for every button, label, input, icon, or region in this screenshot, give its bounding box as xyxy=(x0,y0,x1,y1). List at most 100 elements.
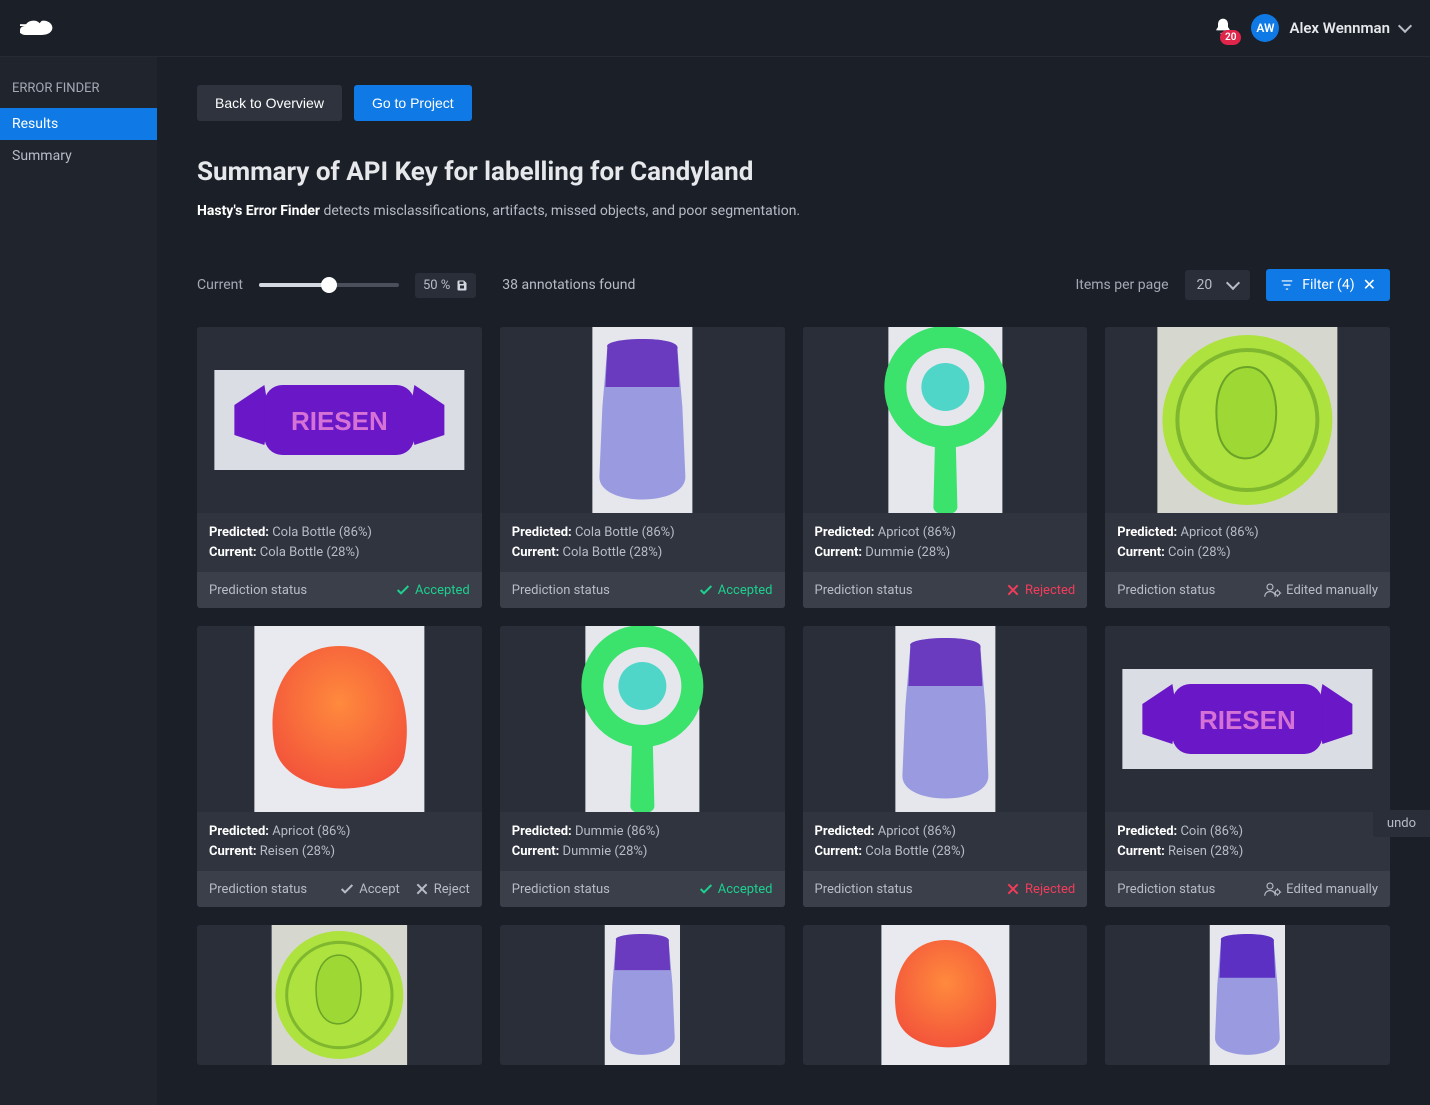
result-card[interactable]: Predicted: Cola Bottle (86%) Current: Co… xyxy=(197,327,482,608)
status-accepted: Accepted xyxy=(698,582,773,598)
undo-button[interactable]: undo xyxy=(1373,810,1430,837)
current-label: Current: xyxy=(512,545,560,560)
predicted-value: Cola Bottle (86%) xyxy=(575,525,675,540)
sidebar-section-title: ERROR FINDER xyxy=(0,75,157,108)
sidebar-item-results[interactable]: Results xyxy=(0,108,157,140)
predicted-label: Predicted: xyxy=(209,525,269,540)
result-card[interactable]: Predicted: Apricot (86%) Current: Coin (… xyxy=(1105,327,1390,608)
current-label: Current: xyxy=(209,545,257,560)
prediction-status-label: Prediction status xyxy=(512,882,610,897)
current-value: Cola Bottle (28%) xyxy=(865,844,965,859)
accept-button[interactable]: Accept xyxy=(339,881,400,897)
predicted-value: Apricot (86%) xyxy=(272,824,350,839)
predicted-label: Predicted: xyxy=(209,824,269,839)
status-edited-manually: Edited manually xyxy=(1264,582,1378,598)
result-thumbnail xyxy=(500,925,785,1065)
predicted-value: Apricot (86%) xyxy=(1180,525,1258,540)
result-thumbnail xyxy=(1105,327,1390,513)
result-card[interactable]: Predicted: Apricot (86%) Current: Dummie… xyxy=(803,327,1088,608)
predicted-label: Predicted: xyxy=(1117,525,1177,540)
result-card[interactable]: Predicted: Dummie (86%) Current: Dummie … xyxy=(500,626,785,907)
current-value: Dummie (28%) xyxy=(865,545,950,560)
prediction-status-label: Prediction status xyxy=(512,583,610,598)
user-name: Alex Wennman xyxy=(1289,19,1390,37)
threshold-value-box: 50 % xyxy=(415,273,476,298)
result-card[interactable] xyxy=(1105,925,1390,1065)
sidebar: ERROR FINDER Results Summary xyxy=(0,57,157,1105)
current-value: Dummie (28%) xyxy=(563,844,648,859)
results-grid: Predicted: Cola Bottle (86%) Current: Co… xyxy=(197,327,1390,907)
prediction-status-label: Prediction status xyxy=(815,882,913,897)
result-card[interactable]: Predicted: Apricot (86%) Current: Reisen… xyxy=(197,626,482,907)
notifications-button[interactable]: 20 xyxy=(1213,17,1233,39)
result-thumbnail xyxy=(803,327,1088,513)
current-value: Reisen (28%) xyxy=(260,844,335,859)
result-thumbnail xyxy=(197,327,482,513)
user-menu[interactable]: AW Alex Wennman xyxy=(1251,14,1410,42)
predicted-value: Dummie (86%) xyxy=(575,824,660,839)
current-label: Current: xyxy=(1117,844,1165,859)
status-rejected: Rejected xyxy=(1005,582,1075,598)
clear-filter-icon[interactable]: ✕ xyxy=(1363,277,1376,293)
threshold-value: 50 % xyxy=(423,278,450,293)
predicted-value: Cola Bottle (86%) xyxy=(272,525,372,540)
page-title: Summary of API Key for labelling for Can… xyxy=(197,157,1390,187)
current-label: Current: xyxy=(815,844,863,859)
go-to-project-button[interactable]: Go to Project xyxy=(354,85,472,121)
predicted-value: Apricot (86%) xyxy=(878,824,956,839)
predicted-label: Predicted: xyxy=(1117,824,1177,839)
current-threshold-label: Current xyxy=(197,277,243,293)
result-thumbnail xyxy=(1105,626,1390,812)
results-controls: Current 50 % 38 annotations found Items … xyxy=(197,269,1390,301)
result-thumbnail xyxy=(1105,925,1390,1065)
sidebar-item-summary[interactable]: Summary xyxy=(0,140,157,172)
items-per-page-select[interactable]: 20 xyxy=(1185,270,1251,300)
result-thumbnail xyxy=(197,925,482,1065)
predicted-label: Predicted: xyxy=(815,824,875,839)
result-thumbnail xyxy=(500,327,785,513)
items-per-page-label: Items per page xyxy=(1075,277,1168,293)
back-to-overview-button[interactable]: Back to Overview xyxy=(197,85,342,121)
result-card[interactable] xyxy=(197,925,482,1065)
filter-button[interactable]: Filter (4) ✕ xyxy=(1266,269,1390,301)
chevron-down-icon xyxy=(1226,276,1240,290)
result-card[interactable]: Predicted: Apricot (86%) Current: Cola B… xyxy=(803,626,1088,907)
current-label: Current: xyxy=(815,545,863,560)
results-grid-overflow xyxy=(197,925,1390,1065)
app-header: 20 AW Alex Wennman xyxy=(0,0,1430,57)
predicted-label: Predicted: xyxy=(815,525,875,540)
current-value: Cola Bottle (28%) xyxy=(563,545,663,560)
status-edited-manually: Edited manually xyxy=(1264,881,1378,897)
predicted-value: Apricot (86%) xyxy=(878,525,956,540)
result-card[interactable] xyxy=(500,925,785,1065)
result-card[interactable]: Predicted: Cola Bottle (86%) Current: Co… xyxy=(500,327,785,608)
page-subtitle: Hasty's Error Finder detects misclassifi… xyxy=(197,203,1390,219)
current-label: Current: xyxy=(209,844,257,859)
result-thumbnail xyxy=(500,626,785,812)
annotations-count: 38 annotations found xyxy=(502,277,635,293)
status-accepted: Accepted xyxy=(395,582,470,598)
prediction-status-label: Prediction status xyxy=(209,882,307,897)
result-card[interactable] xyxy=(803,925,1088,1065)
reject-button[interactable]: Reject xyxy=(414,881,470,897)
predicted-label: Predicted: xyxy=(512,824,572,839)
chevron-down-icon xyxy=(1398,19,1412,33)
current-value: Cola Bottle (28%) xyxy=(260,545,360,560)
prediction-status-label: Prediction status xyxy=(815,583,913,598)
prediction-status-label: Prediction status xyxy=(1117,882,1215,897)
logo[interactable] xyxy=(20,15,56,41)
avatar: AW xyxy=(1251,14,1279,42)
status-accepted: Accepted xyxy=(698,881,773,897)
prediction-status-label: Prediction status xyxy=(1117,583,1215,598)
result-card[interactable]: Predicted: Coin (86%) Current: Reisen (2… xyxy=(1105,626,1390,907)
status-rejected: Rejected xyxy=(1005,881,1075,897)
prediction-status-label: Prediction status xyxy=(209,583,307,598)
filter-icon xyxy=(1280,278,1294,292)
predicted-label: Predicted: xyxy=(512,525,572,540)
save-icon[interactable] xyxy=(456,279,468,291)
current-value: Reisen (28%) xyxy=(1168,844,1243,859)
current-value: Coin (28%) xyxy=(1168,545,1231,560)
threshold-slider[interactable] xyxy=(259,283,399,287)
result-thumbnail xyxy=(803,626,1088,812)
notification-count-badge: 20 xyxy=(1220,30,1241,45)
